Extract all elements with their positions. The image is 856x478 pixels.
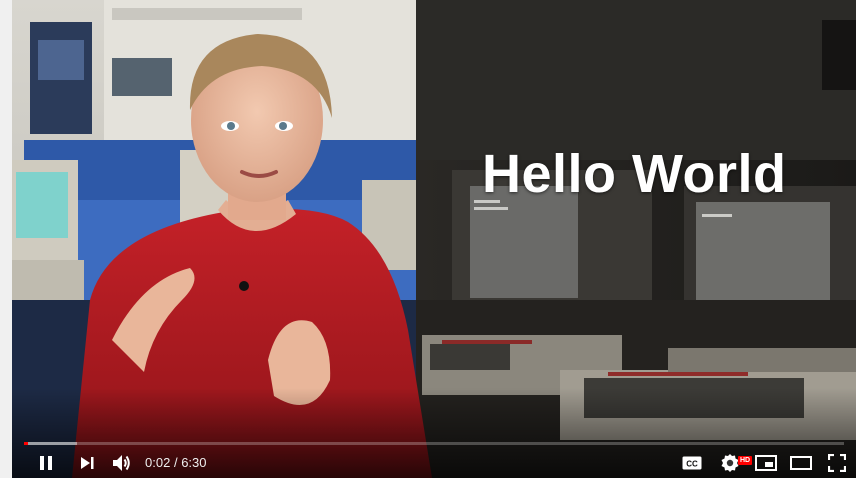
volume-icon bbox=[112, 454, 132, 472]
video-overlay-title: Hello World bbox=[482, 144, 787, 204]
pause-button[interactable] bbox=[29, 448, 63, 478]
miniplayer-button[interactable] bbox=[749, 448, 783, 478]
time-total: 6:30 bbox=[181, 455, 207, 470]
theater-mode-icon bbox=[790, 456, 812, 470]
miniplayer-icon bbox=[755, 455, 777, 471]
settings-icon: HD bbox=[720, 453, 753, 473]
captions-icon: CC bbox=[682, 456, 702, 470]
captions-button[interactable]: CC bbox=[675, 448, 709, 478]
fullscreen-button[interactable] bbox=[820, 448, 854, 478]
progress-played bbox=[24, 442, 29, 445]
settings-button[interactable]: HD bbox=[713, 448, 753, 478]
progress-bar[interactable] bbox=[24, 438, 844, 448]
player-controls: 0:02 / 6:30 CC HD bbox=[12, 448, 856, 478]
next-button[interactable] bbox=[70, 448, 104, 478]
theater-mode-button[interactable] bbox=[784, 448, 818, 478]
time-current: 0:02 bbox=[145, 455, 171, 470]
video-player[interactable]: Hello World 0:02 / 6:30 CC HD bbox=[12, 0, 856, 478]
time-display: 0:02 / 6:30 bbox=[145, 455, 207, 470]
next-icon bbox=[79, 455, 95, 471]
progress-buffered bbox=[24, 442, 78, 445]
svg-text:CC: CC bbox=[686, 460, 698, 469]
page: Hello World 0:02 / 6:30 CC HD bbox=[0, 0, 856, 478]
progress-track bbox=[24, 442, 844, 445]
pause-icon bbox=[38, 455, 54, 471]
fullscreen-icon bbox=[828, 454, 846, 472]
time-separator: / bbox=[173, 455, 178, 470]
volume-button[interactable] bbox=[105, 448, 139, 478]
